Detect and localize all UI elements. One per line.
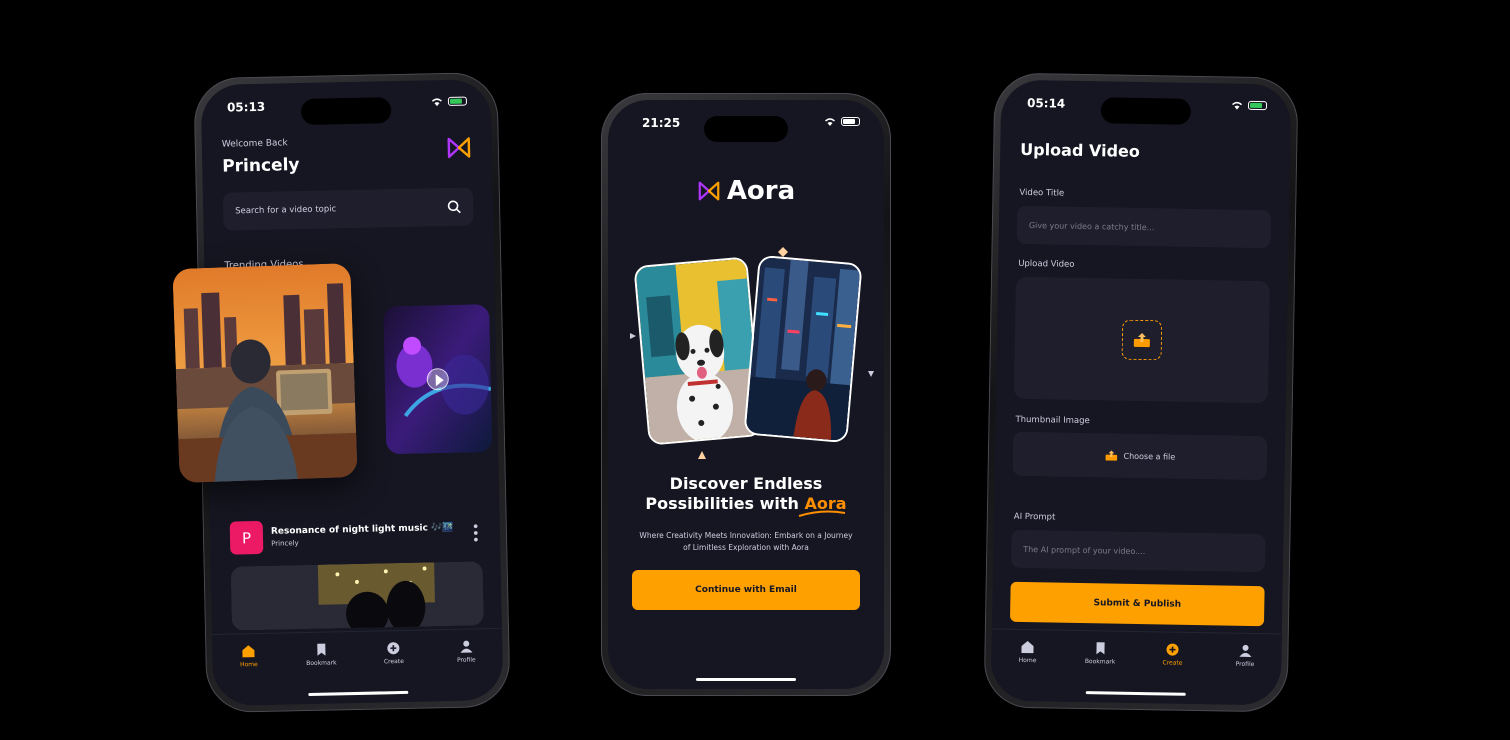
concert-image	[230, 561, 484, 631]
video-title-input[interactable]: Give your video a catchy title...	[1016, 205, 1272, 249]
onboarding-cards	[608, 247, 884, 459]
more-options-icon[interactable]: •••	[467, 523, 482, 543]
user-name: Princely	[222, 155, 300, 177]
search-input[interactable]: Search for a video topic	[222, 187, 474, 231]
battery-icon	[1247, 100, 1268, 111]
ai-prompt-input[interactable]: The AI prompt of your video....	[1010, 529, 1266, 573]
post-info: Resonance of night light music 🎶🌃 Prince…	[271, 523, 454, 548]
status-time: 05:13	[226, 99, 266, 115]
tab-create-label: Create	[1162, 659, 1183, 667]
search-placeholder: Search for a video topic	[235, 204, 337, 217]
sparkle-icon	[778, 247, 788, 257]
ai-prompt-label: AI Prompt	[1013, 511, 1056, 523]
status-time: 21:25	[642, 116, 681, 130]
tab-home-label: Home	[1018, 656, 1037, 665]
dynamic-island	[704, 116, 788, 142]
upload-icon[interactable]	[1121, 319, 1163, 361]
trending-video-card[interactable]	[383, 304, 493, 455]
dynamic-island	[300, 97, 392, 126]
onboarding-screen: 21:25 Aora Discover Endless Possibilitie…	[608, 100, 884, 689]
post-author: Princely	[271, 539, 299, 548]
tab-home[interactable]: Home	[224, 644, 275, 706]
headline-prefix: Possibilities with	[645, 494, 805, 513]
tab-home[interactable]: Home	[1002, 640, 1053, 702]
post-title: Resonance of night light music 🎶🌃	[270, 522, 454, 537]
home-indicator	[696, 678, 796, 681]
onboarding-subtext: Where Creativity Meets Innovation: Embar…	[639, 531, 853, 552]
welcome-label: Welcome Back	[221, 138, 288, 150]
battery-icon	[841, 117, 860, 126]
underline-swoosh	[798, 510, 846, 517]
video-title-label: Video Title	[1019, 187, 1065, 199]
aora-logo-icon	[698, 181, 720, 201]
cyberpunk-card	[743, 254, 863, 444]
submit-publish-button[interactable]: Submit & Publish	[1009, 581, 1265, 627]
post-video-thumbnail[interactable]	[230, 561, 484, 631]
bookmark-icon	[317, 643, 326, 656]
dalmatian-image	[635, 258, 763, 446]
continue-with-email-button[interactable]: Continue with Email	[632, 570, 860, 610]
tab-profile[interactable]: Profile	[441, 639, 492, 701]
status-icons	[1231, 100, 1268, 111]
choose-thumbnail-button[interactable]: Choose a file	[1012, 431, 1268, 481]
tab-create-label: Create	[383, 657, 404, 666]
upload-arrow-icon	[1133, 333, 1150, 348]
headline: Discover Endless Possibilities with Aora	[608, 474, 884, 517]
video-title-placeholder: Give your video a catchy title...	[1028, 220, 1155, 232]
dalmatian-card	[633, 256, 763, 446]
bookmark-icon	[1096, 642, 1105, 655]
ai-prompt-placeholder: The AI prompt of your video....	[1023, 544, 1146, 556]
tab-home-label: Home	[239, 661, 258, 669]
aora-logo-icon	[447, 137, 471, 159]
page-title: Upload Video	[1020, 139, 1140, 161]
phone-upload: 05:14 Upload Video Video Title Give your…	[983, 72, 1299, 713]
phone-onboarding: 21:25 Aora Discover Endless Possibilitie…	[601, 93, 891, 696]
plus-circle-icon	[1166, 643, 1179, 656]
avatar[interactable]: P	[229, 520, 264, 555]
dynamic-island	[1100, 97, 1192, 125]
search-icon[interactable]	[447, 200, 461, 214]
battery-icon	[447, 96, 468, 106]
status-icons	[824, 117, 860, 126]
thumbnail-label: Thumbnail Image	[1015, 414, 1090, 427]
sparkle-icon	[868, 371, 874, 377]
profile-icon	[460, 640, 473, 653]
tab-profile-label: Profile	[1235, 660, 1255, 669]
brand-name: Aora	[726, 176, 796, 206]
upload-file-icon	[1105, 450, 1117, 461]
upload-video-label: Upload Video	[1018, 258, 1075, 270]
wifi-icon	[431, 98, 442, 107]
home-icon	[1021, 641, 1034, 654]
sparkle-icon	[698, 451, 706, 459]
tab-profile[interactable]: Profile	[1219, 643, 1270, 705]
brand-logo: Aora	[608, 176, 884, 206]
featured-video-thumbnail	[172, 262, 358, 484]
status-icons	[431, 96, 468, 107]
plus-circle-icon	[387, 642, 400, 655]
profile-icon	[1239, 644, 1252, 657]
wifi-icon	[825, 118, 835, 126]
tab-bookmark-label: Bookmark	[306, 659, 337, 668]
featured-video-card[interactable]	[172, 262, 358, 484]
status-time: 05:14	[1026, 95, 1066, 111]
wifi-icon	[1232, 101, 1243, 110]
video-post-header: P Resonance of night light music 🎶🌃 Prin…	[229, 516, 483, 555]
sparkle-icon	[630, 333, 636, 339]
tab-bookmark-label: Bookmark	[1084, 658, 1116, 666]
choose-file-label: Choose a file	[1123, 451, 1176, 462]
cyberpunk-city-image	[745, 256, 863, 444]
tab-profile-label: Profile	[456, 656, 476, 664]
upload-screen: 05:14 Upload Video Video Title Give your…	[990, 79, 1292, 706]
headline-line1: Discover Endless	[669, 474, 823, 493]
upload-video-dropzone[interactable]	[1013, 276, 1270, 404]
home-icon	[242, 645, 255, 658]
